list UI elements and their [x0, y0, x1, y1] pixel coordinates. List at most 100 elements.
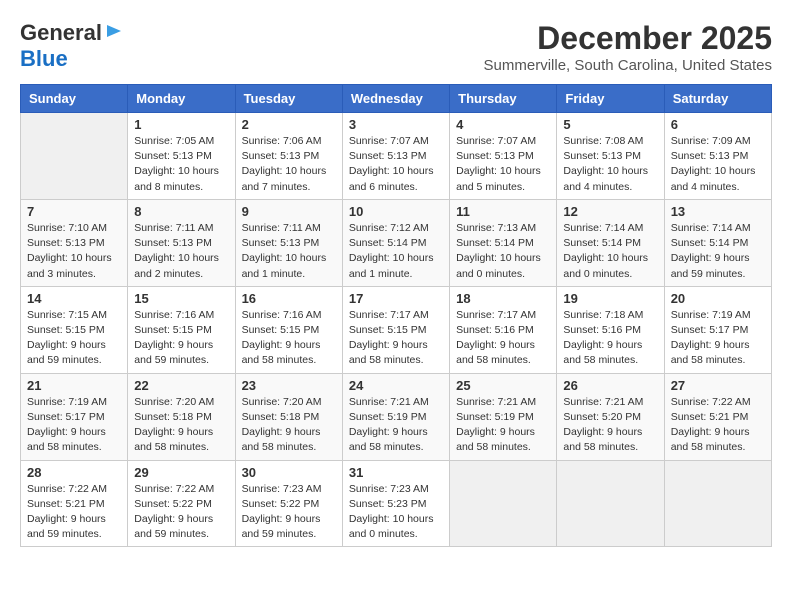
day-info: Sunrise: 7:12 AMSunset: 5:14 PMDaylight:… [349, 221, 443, 282]
day-info: Sunrise: 7:19 AMSunset: 5:17 PMDaylight:… [27, 395, 121, 456]
day-info: Sunrise: 7:16 AMSunset: 5:15 PMDaylight:… [242, 308, 336, 369]
day-number: 22 [134, 378, 228, 393]
day-info: Sunrise: 7:22 AMSunset: 5:22 PMDaylight:… [134, 482, 228, 543]
day-number: 19 [563, 291, 657, 306]
calendar-cell: 22Sunrise: 7:20 AMSunset: 5:18 PMDayligh… [128, 373, 235, 460]
calendar-cell: 21 Sunrise: 7:19 AMSunset: 5:17 PMDayligh… [21, 373, 128, 460]
calendar-cell: 4 Sunrise: 7:07 AMSunset: 5:13 PMDaylight… [450, 113, 557, 200]
day-number: 2 [242, 117, 336, 132]
day-number: 6 [671, 117, 765, 132]
day-number: 24 [349, 378, 443, 393]
calendar-week-2: 7 Sunrise: 7:10 AMSunset: 5:13 PMDaylight… [21, 199, 772, 286]
weekday-header-thursday: Thursday [450, 85, 557, 113]
calendar-cell: 23 Sunrise: 7:20 AMSunset: 5:18 PMDayligh… [235, 373, 342, 460]
month-title: December 2025 [484, 20, 772, 57]
logo-blue: Blue [20, 46, 68, 71]
calendar-cell [664, 460, 771, 547]
day-info: Sunrise: 7:18 AMSunset: 5:16 PMDaylight:… [563, 308, 657, 369]
weekday-header-wednesday: Wednesday [342, 85, 449, 113]
day-info: Sunrise: 7:15 AMSunset: 5:15 PMDaylight:… [27, 308, 121, 369]
logo-general: General [20, 20, 102, 46]
day-info: Sunrise: 7:09 AMSunset: 5:13 PMDaylight:… [671, 134, 765, 195]
day-number: 17 [349, 291, 443, 306]
day-info: Sunrise: 7:08 AMSunset: 5:13 PMDaylight:… [563, 134, 657, 195]
day-info: Sunrise: 7:21 AMSunset: 5:19 PMDaylight:… [456, 395, 550, 456]
location: Summerville, South Carolina, United Stat… [484, 57, 772, 74]
weekday-header-tuesday: Tuesday [235, 85, 342, 113]
day-info: Sunrise: 7:21 AMSunset: 5:20 PMDaylight:… [563, 395, 657, 456]
day-info: Sunrise: 7:22 AMSunset: 5:21 PMDaylight:… [27, 482, 121, 543]
day-number: 27 [671, 378, 765, 393]
calendar-cell [21, 113, 128, 200]
weekday-header-sunday: Sunday [21, 85, 128, 113]
calendar-cell: 30 Sunrise: 7:23 AMSunset: 5:22 PMDayligh… [235, 460, 342, 547]
day-number: 7 [27, 204, 121, 219]
day-info: Sunrise: 7:07 AMSunset: 5:13 PMDaylight:… [456, 134, 550, 195]
calendar-cell: 11 Sunrise: 7:13 AMSunset: 5:14 PMDayligh… [450, 199, 557, 286]
calendar-cell: 20Sunrise: 7:19 AMSunset: 5:17 PMDayligh… [664, 286, 771, 373]
calendar-cell: 16 Sunrise: 7:16 AMSunset: 5:15 PMDayligh… [235, 286, 342, 373]
day-info: Sunrise: 7:23 AMSunset: 5:22 PMDaylight:… [242, 482, 336, 543]
calendar-cell: 13 Sunrise: 7:14 AMSunset: 5:14 PMDayligh… [664, 199, 771, 286]
calendar-cell: 25 Sunrise: 7:21 AMSunset: 5:19 PMDayligh… [450, 373, 557, 460]
weekday-header-friday: Friday [557, 85, 664, 113]
day-number: 13 [671, 204, 765, 219]
day-number: 1 [134, 117, 228, 132]
day-info: Sunrise: 7:17 AMSunset: 5:16 PMDaylight:… [456, 308, 550, 369]
calendar-cell: 14 Sunrise: 7:15 AMSunset: 5:15 PMDayligh… [21, 286, 128, 373]
calendar-table: SundayMondayTuesdayWednesdayThursdayFrid… [20, 84, 772, 547]
day-info: Sunrise: 7:11 AMSunset: 5:13 PMDaylight:… [134, 221, 228, 282]
day-number: 14 [27, 291, 121, 306]
calendar-cell: 29 Sunrise: 7:22 AMSunset: 5:22 PMDayligh… [128, 460, 235, 547]
day-number: 18 [456, 291, 550, 306]
day-info: Sunrise: 7:13 AMSunset: 5:14 PMDaylight:… [456, 221, 550, 282]
calendar-cell: 7 Sunrise: 7:10 AMSunset: 5:13 PMDaylight… [21, 199, 128, 286]
day-number: 26 [563, 378, 657, 393]
weekday-header-monday: Monday [128, 85, 235, 113]
calendar-cell: 19 Sunrise: 7:18 AMSunset: 5:16 PMDayligh… [557, 286, 664, 373]
calendar-cell: 5Sunrise: 7:08 AMSunset: 5:13 PMDaylight… [557, 113, 664, 200]
page-header: General Blue December 2025 Summerville, … [20, 20, 772, 74]
day-info: Sunrise: 7:19 AMSunset: 5:17 PMDaylight:… [671, 308, 765, 369]
day-info: Sunrise: 7:20 AMSunset: 5:18 PMDaylight:… [242, 395, 336, 456]
day-info: Sunrise: 7:10 AMSunset: 5:13 PMDaylight:… [27, 221, 121, 282]
day-info: Sunrise: 7:06 AMSunset: 5:13 PMDaylight:… [242, 134, 336, 195]
calendar-cell: 6 Sunrise: 7:09 AMSunset: 5:13 PMDaylight… [664, 113, 771, 200]
day-info: Sunrise: 7:17 AMSunset: 5:15 PMDaylight:… [349, 308, 443, 369]
calendar-week-5: 28 Sunrise: 7:22 AMSunset: 5:21 PMDayligh… [21, 460, 772, 547]
day-number: 16 [242, 291, 336, 306]
day-info: Sunrise: 7:14 AMSunset: 5:14 PMDaylight:… [671, 221, 765, 282]
calendar-cell: 27 Sunrise: 7:22 AMSunset: 5:21 PMDayligh… [664, 373, 771, 460]
day-number: 28 [27, 465, 121, 480]
calendar-cell: 1 Sunrise: 7:05 AMSunset: 5:13 PMDaylight… [128, 113, 235, 200]
day-number: 11 [456, 204, 550, 219]
day-info: Sunrise: 7:07 AMSunset: 5:13 PMDaylight:… [349, 134, 443, 195]
day-info: Sunrise: 7:11 AMSunset: 5:13 PMDaylight:… [242, 221, 336, 282]
day-info: Sunrise: 7:23 AMSunset: 5:23 PMDaylight:… [349, 482, 443, 543]
calendar-cell: 26 Sunrise: 7:21 AMSunset: 5:20 PMDayligh… [557, 373, 664, 460]
day-number: 30 [242, 465, 336, 480]
day-info: Sunrise: 7:16 AMSunset: 5:15 PMDaylight:… [134, 308, 228, 369]
day-number: 15 [134, 291, 228, 306]
day-number: 31 [349, 465, 443, 480]
day-number: 3 [349, 117, 443, 132]
calendar-cell: 3 Sunrise: 7:07 AMSunset: 5:13 PMDaylight… [342, 113, 449, 200]
day-number: 23 [242, 378, 336, 393]
day-info: Sunrise: 7:05 AMSunset: 5:13 PMDaylight:… [134, 134, 228, 195]
day-number: 8 [134, 204, 228, 219]
day-number: 12 [563, 204, 657, 219]
day-info: Sunrise: 7:14 AMSunset: 5:14 PMDaylight:… [563, 221, 657, 282]
weekday-header-saturday: Saturday [664, 85, 771, 113]
calendar-cell: 12 Sunrise: 7:14 AMSunset: 5:14 PMDayligh… [557, 199, 664, 286]
day-number: 9 [242, 204, 336, 219]
calendar-cell: 17 Sunrise: 7:17 AMSunset: 5:15 PMDayligh… [342, 286, 449, 373]
day-number: 4 [456, 117, 550, 132]
day-number: 29 [134, 465, 228, 480]
day-number: 21 [27, 378, 121, 393]
calendar-cell: 2 Sunrise: 7:06 AMSunset: 5:13 PMDaylight… [235, 113, 342, 200]
calendar-cell: 18 Sunrise: 7:17 AMSunset: 5:16 PMDayligh… [450, 286, 557, 373]
day-number: 25 [456, 378, 550, 393]
calendar-cell: 10Sunrise: 7:12 AMSunset: 5:14 PMDayligh… [342, 199, 449, 286]
calendar-cell [557, 460, 664, 547]
day-info: Sunrise: 7:22 AMSunset: 5:21 PMDaylight:… [671, 395, 765, 456]
